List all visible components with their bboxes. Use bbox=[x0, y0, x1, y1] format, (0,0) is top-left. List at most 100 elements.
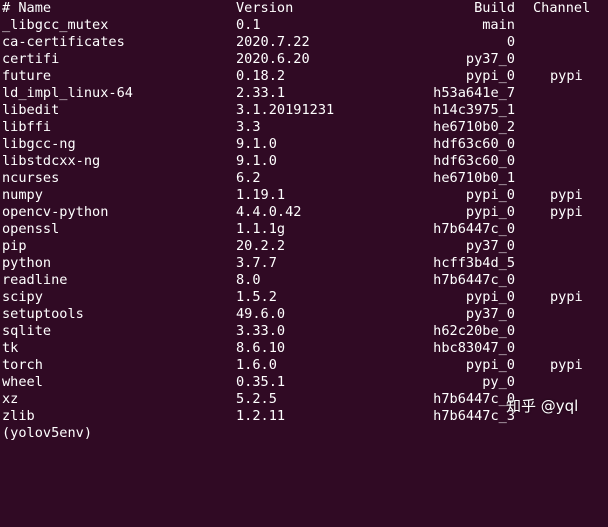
package-row: libedit 3.1.20191231 h14c3975_1 bbox=[0, 102, 608, 119]
package-row: numpy 1.19.1 pypi_0 pypi bbox=[0, 187, 608, 204]
package-build: hcff3b4d_5 bbox=[433, 255, 515, 271]
package-build: py37_0 bbox=[465, 306, 515, 322]
package-row: libgcc-ng 9.1.0 hdf63c60_0 bbox=[0, 136, 608, 153]
package-version: 9.1.0 bbox=[236, 136, 277, 152]
package-build: he6710b0_1 bbox=[433, 170, 515, 186]
package-version: 0.18.2 bbox=[236, 68, 286, 84]
package-build: h7b6447c_0 bbox=[433, 221, 515, 237]
package-name: libffi bbox=[2, 119, 52, 135]
package-build: hdf63c60_0 bbox=[433, 136, 515, 152]
package-version: 49.6.0 bbox=[236, 306, 286, 322]
package-version: 4.4.0.42 bbox=[236, 204, 302, 220]
package-channel: pypi bbox=[550, 187, 583, 203]
package-name: _libgcc_mutex bbox=[2, 17, 109, 33]
header-version: Version bbox=[236, 0, 294, 16]
package-build: pypi_0 bbox=[465, 289, 515, 305]
package-row: python 3.7.7 hcff3b4d_5 bbox=[0, 255, 608, 272]
package-row: sqlite 3.33.0 h62c20be_0 bbox=[0, 323, 608, 340]
package-build: h53a641e_7 bbox=[433, 85, 515, 101]
package-version: 9.1.0 bbox=[236, 153, 277, 169]
package-name: opencv-python bbox=[2, 204, 109, 220]
package-version: 1.6.0 bbox=[236, 357, 277, 373]
package-version: 0.1 bbox=[236, 17, 261, 33]
package-version: 2020.6.20 bbox=[236, 51, 310, 67]
package-name: certifi bbox=[2, 51, 60, 67]
package-build: pypi_0 bbox=[465, 68, 515, 84]
package-build: h7b6447c_0 bbox=[433, 272, 515, 288]
package-row: future 0.18.2 pypi_0 pypi bbox=[0, 68, 608, 85]
package-channel: pypi bbox=[550, 68, 583, 84]
package-name: ld_impl_linux-64 bbox=[2, 85, 133, 101]
package-build: h7b6447c_3 bbox=[433, 408, 515, 424]
package-name: python bbox=[2, 255, 52, 271]
package-name: sqlite bbox=[2, 323, 52, 339]
package-row: pip 20.2.2 py37_0 bbox=[0, 238, 608, 255]
package-build: h7b6447c_0 bbox=[433, 391, 515, 407]
package-version: 20.2.2 bbox=[236, 238, 286, 254]
package-row: libstdcxx-ng 9.1.0 hdf63c60_0 bbox=[0, 153, 608, 170]
package-build: h62c20be_0 bbox=[433, 323, 515, 339]
package-row: openssl 1.1.1g h7b6447c_0 bbox=[0, 221, 608, 238]
package-name: scipy bbox=[2, 289, 43, 305]
package-row: wheel 0.35.1 py_0 bbox=[0, 374, 608, 391]
package-row: ncurses 6.2 he6710b0_1 bbox=[0, 170, 608, 187]
table-header: # Name Version Build Channel bbox=[0, 0, 608, 17]
package-version: 3.3 bbox=[236, 119, 261, 135]
package-version: 2020.7.22 bbox=[236, 34, 310, 50]
package-build: pypi_0 bbox=[465, 187, 515, 203]
package-row: ld_impl_linux-64 2.33.1 h53a641e_7 bbox=[0, 85, 608, 102]
package-name: wheel bbox=[2, 374, 43, 390]
package-build: py37_0 bbox=[465, 238, 515, 254]
package-row: torch 1.6.0 pypi_0 pypi bbox=[0, 357, 608, 374]
package-version: 1.1.1g bbox=[236, 221, 286, 237]
package-build: h14c3975_1 bbox=[433, 102, 515, 118]
watermark: 知乎 @yql bbox=[506, 397, 579, 415]
package-build: py37_0 bbox=[465, 51, 515, 67]
package-row: _libgcc_mutex 0.1 main bbox=[0, 17, 608, 34]
package-name: pip bbox=[2, 238, 27, 254]
package-version: 5.2.5 bbox=[236, 391, 277, 407]
package-version: 1.5.2 bbox=[236, 289, 277, 305]
package-version: 2.33.1 bbox=[236, 85, 286, 101]
package-build: hbc83047_0 bbox=[433, 340, 515, 356]
package-version: 3.1.20191231 bbox=[236, 102, 335, 118]
package-version: 0.35.1 bbox=[236, 374, 286, 390]
terminal-window[interactable]: # Name Version Build Channel _libgcc_mut… bbox=[0, 0, 608, 441]
package-version: 3.33.0 bbox=[236, 323, 286, 339]
package-row: certifi 2020.6.20 py37_0 bbox=[0, 51, 608, 68]
package-name: openssl bbox=[2, 221, 60, 237]
package-build: he6710b0_2 bbox=[433, 119, 515, 135]
package-channel: pypi bbox=[550, 204, 583, 220]
package-version: 6.2 bbox=[236, 170, 261, 186]
package-version: 3.7.7 bbox=[236, 255, 277, 271]
package-build: pypi_0 bbox=[465, 204, 515, 220]
package-version: 1.19.1 bbox=[236, 187, 286, 203]
package-channel: pypi bbox=[550, 289, 583, 305]
package-name: ca-certificates bbox=[2, 34, 125, 50]
header-channel: Channel bbox=[533, 0, 591, 16]
package-name: torch bbox=[2, 357, 43, 373]
package-row: readline 8.0 h7b6447c_0 bbox=[0, 272, 608, 289]
package-row: opencv-python 4.4.0.42 pypi_0 pypi bbox=[0, 204, 608, 221]
package-row: tk 8.6.10 hbc83047_0 bbox=[0, 340, 608, 357]
package-name: xz bbox=[2, 391, 19, 407]
package-channel: pypi bbox=[550, 357, 583, 373]
package-name: future bbox=[2, 68, 52, 84]
package-name: zlib bbox=[2, 408, 35, 424]
prompt-env: (yolov5env) bbox=[2, 425, 101, 441]
package-build: main bbox=[482, 17, 515, 33]
package-row: libffi 3.3 he6710b0_2 bbox=[0, 119, 608, 136]
package-row: setuptools 49.6.0 py37_0 bbox=[0, 306, 608, 323]
package-name: ncurses bbox=[2, 170, 60, 186]
package-build: 0 bbox=[506, 34, 515, 50]
package-name: readline bbox=[2, 272, 68, 288]
package-row: ca-certificates 2020.7.22 0 bbox=[0, 34, 608, 51]
package-version: 1.2.11 bbox=[236, 408, 286, 424]
package-name: setuptools bbox=[2, 306, 84, 322]
package-name: numpy bbox=[2, 187, 43, 203]
shell-prompt[interactable]: (yolov5env) bbox=[0, 425, 92, 442]
package-name: libedit bbox=[2, 102, 60, 118]
package-version: 8.0 bbox=[236, 272, 261, 288]
header-build: Build bbox=[474, 0, 515, 16]
package-build: pypi_0 bbox=[465, 357, 515, 373]
